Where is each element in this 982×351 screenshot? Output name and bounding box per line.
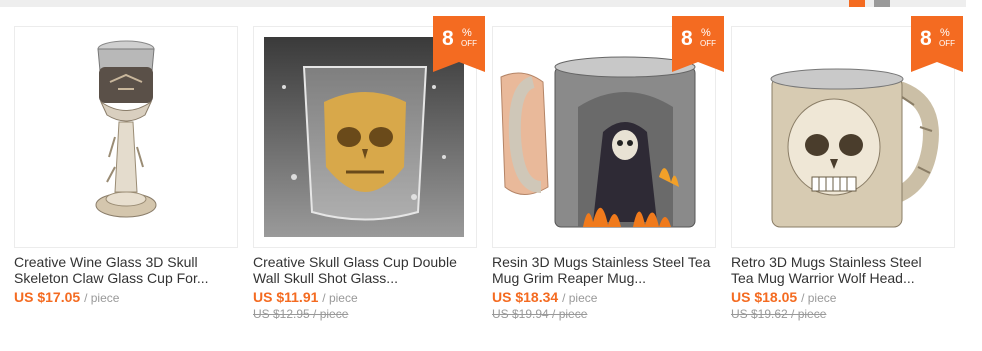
price-row: US $17.05 / piece [14, 289, 119, 306]
discount-badge: 8 % OFF [911, 16, 963, 72]
product-card[interactable]: Creative Wine Glass 3D Skull Skeleton Cl… [14, 26, 238, 326]
price-row: US $18.34 / piece [492, 289, 597, 306]
discount-badge: 8 % OFF [672, 16, 724, 72]
original-price: US $19.62 / piece [731, 307, 827, 321]
discount-percent: % [940, 27, 950, 39]
product-price: US $18.05 [731, 289, 798, 305]
discount-percent: % [462, 27, 472, 39]
product-title[interactable]: Retro 3D Mugs Stainless Steel Tea Mug Wa… [731, 254, 953, 286]
price-unit: / piece [562, 291, 598, 305]
carousel-top-bar [0, 0, 966, 7]
product-price: US $17.05 [14, 289, 81, 305]
discount-off-label: OFF [700, 39, 716, 48]
price-unit: / piece [322, 291, 358, 305]
carousel-page-indicator[interactable] [874, 0, 890, 7]
product-card[interactable]: 8 % OFF Resin 3D Mugs Stainless Steel Te… [492, 16, 724, 326]
product-title[interactable]: Resin 3D Mugs Stainless Steel Tea Mug Gr… [492, 254, 714, 286]
product-card[interactable]: 8 % OFF Creative Skull Glass Cup Double … [253, 16, 485, 326]
discount-value: 8 [442, 27, 454, 50]
product-title-line[interactable]: Skeleton Claw Glass Cup For... [14, 270, 236, 286]
discount-off-label: OFF [461, 39, 477, 48]
discount-badge: 8 % OFF [433, 16, 485, 72]
carousel-page-indicator-active[interactable] [849, 0, 865, 7]
product-title-line[interactable]: Wall Skull Shot Glass... [253, 270, 475, 286]
product-card[interactable]: 8 % OFF Retro 3D Mugs Stainless Steel Te… [731, 16, 963, 326]
product-title[interactable]: Creative Wine Glass 3D Skull Skeleton Cl… [14, 254, 236, 286]
product-title-line[interactable]: Tea Mug Warrior Wolf Head... [731, 270, 953, 286]
product-title-line[interactable]: Mug Grim Reaper Mug... [492, 270, 714, 286]
original-price: US $19.94 / piece [492, 307, 588, 321]
product-price: US $11.91 [253, 289, 319, 305]
product-title-line[interactable]: Retro 3D Mugs Stainless Steel [731, 254, 953, 270]
price-unit: / piece [84, 291, 120, 305]
discount-off-label: OFF [939, 39, 955, 48]
product-title-line[interactable]: Creative Skull Glass Cup Double [253, 254, 475, 270]
product-price: US $18.34 [492, 289, 559, 305]
discount-percent: % [701, 27, 711, 39]
price-unit: / piece [801, 291, 837, 305]
price-row: US $18.05 / piece [731, 289, 836, 306]
original-price: US $12.95 / piece [253, 307, 349, 321]
product-image[interactable] [14, 26, 238, 248]
discount-value: 8 [920, 27, 932, 50]
discount-value: 8 [681, 27, 693, 50]
product-title-line[interactable]: Creative Wine Glass 3D Skull [14, 254, 236, 270]
product-title[interactable]: Creative Skull Glass Cup Double Wall Sku… [253, 254, 475, 286]
product-title-line[interactable]: Resin 3D Mugs Stainless Steel Tea [492, 254, 714, 270]
price-row: US $11.91 / piece [253, 289, 358, 306]
